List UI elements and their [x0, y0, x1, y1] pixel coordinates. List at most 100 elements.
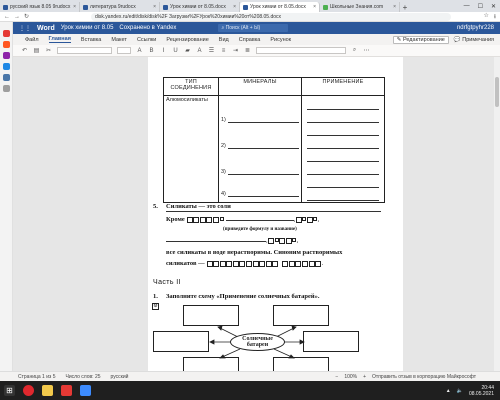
browser-tab-active[interactable]: Урок химии от 8.05.docx × — [240, 2, 320, 12]
browser-tab[interactable]: Школьные Знания.com × — [320, 2, 400, 12]
network-icon[interactable]: ▲ — [446, 388, 451, 394]
vertical-scrollbar[interactable] — [494, 57, 500, 371]
minimize-icon[interactable]: — — [464, 3, 470, 9]
music-icon[interactable] — [2, 41, 10, 48]
question-5-line-1: Силикаты — это соли — [166, 203, 381, 212]
table-cell-usage[interactable] — [301, 95, 385, 203]
forward-icon[interactable]: → — [14, 14, 20, 20]
clipboard-icon[interactable]: ▤ — [33, 47, 40, 54]
back-icon[interactable]: ← — [4, 14, 10, 20]
mail-icon[interactable] — [2, 63, 10, 70]
font-color-icon[interactable]: A — [196, 48, 203, 54]
close-icon[interactable]: × — [153, 4, 156, 10]
close-icon[interactable]: × — [73, 4, 76, 10]
status-bar: Страница 1 из 5 Число слов: 25 русский −… — [0, 371, 500, 381]
windows-taskbar: ⊞ ▲ 🔈 20:44 08.05.2021 — [0, 381, 500, 400]
page-count: Страница 1 из 5 — [18, 373, 56, 380]
tab-insert[interactable]: Вставка — [81, 37, 101, 43]
word-doc-icon — [243, 4, 248, 10]
window-controls: — ☐ ✕ — [464, 0, 500, 12]
numbering-icon[interactable]: ≡ — [220, 48, 227, 54]
settings-icon[interactable] — [2, 85, 10, 92]
highlight-icon[interactable]: ▰ — [184, 47, 191, 54]
zoom-minus-icon[interactable]: − — [335, 374, 338, 380]
start-icon[interactable]: ⊞ — [4, 385, 15, 396]
table-cell-minerals[interactable]: 1) 2) 3) 4) — [218, 95, 302, 203]
download-icon[interactable]: ⭳ — [494, 12, 496, 22]
grow-font-icon[interactable]: A — [136, 48, 143, 54]
indent-icon[interactable]: ⇥ — [232, 47, 239, 54]
word-brand: Word — [37, 24, 55, 32]
comment-icon: 💬 — [453, 36, 463, 43]
font-size-field[interactable] — [117, 47, 131, 54]
yandex-icon[interactable] — [2, 30, 10, 37]
comments-button[interactable]: 💬 Примечания — [454, 37, 494, 43]
maximize-icon[interactable]: ☐ — [478, 3, 483, 10]
opera-icon[interactable] — [23, 385, 34, 396]
address-bar-row: ← → ↻ disk.yandex.ru/edit/disk/disk%2F З… — [0, 12, 500, 22]
tab-review[interactable]: Рецензирование — [166, 37, 208, 43]
volume-icon[interactable]: 🔈 — [457, 388, 463, 394]
undo-icon[interactable]: ↶ — [21, 47, 28, 54]
tab-view[interactable]: Вид — [219, 37, 229, 43]
messenger-icon[interactable] — [2, 52, 10, 59]
minerals-table: ТИП СОЕДИНЕНИЯ МИНЕРАЛЫ ПРИМЕНЕНИЕ Алюмо… — [163, 77, 385, 203]
app-icon[interactable] — [80, 385, 91, 396]
folder-icon[interactable] — [42, 385, 53, 396]
scrollbar-thumb[interactable] — [495, 77, 499, 107]
table-header: ТИП СОЕДИНЕНИЯ — [163, 77, 219, 96]
bold-icon[interactable]: B — [148, 48, 155, 54]
search-input[interactable]: ⌕ Поиск (Alt + Ы) — [218, 24, 289, 32]
user-name[interactable]: ndrfgtpyhr228 — [457, 25, 500, 31]
format-painter-icon[interactable]: ✂ — [45, 47, 52, 54]
edit-mode-button[interactable]: ✎ Редактирование — [392, 35, 449, 44]
browser-tab[interactable]: литература 9rudocx × — [80, 2, 160, 12]
more-icon[interactable]: ⋯ — [363, 47, 370, 54]
zoom-level[interactable]: 100% — [344, 374, 357, 380]
tab-home[interactable]: Главная — [48, 36, 71, 43]
tab-file[interactable]: Файл — [25, 37, 39, 43]
url-field[interactable]: disk.yandex.ru/edit/disk/disk%2F Загрузк… — [91, 12, 452, 21]
tab-help[interactable]: Справка — [239, 37, 261, 43]
word-doc-icon — [83, 4, 88, 10]
app-grid-icon[interactable]: ⋮⋮ — [19, 25, 31, 32]
system-tray: ▲ 🔈 20:44 08.05.2021 — [446, 385, 500, 397]
zoom-plus-icon[interactable]: + — [363, 374, 366, 380]
styles-gallery[interactable] — [256, 47, 346, 54]
browser-icon[interactable] — [61, 385, 72, 396]
tab-layout[interactable]: Макет — [111, 37, 127, 43]
question-5-line-4: силикатов — . — [166, 260, 324, 267]
feedback-link[interactable]: Отправить отзыв в корпорацию Майкрософт — [372, 374, 476, 380]
tab-label: Школьные Знания.com — [330, 4, 384, 10]
word-count: Число слов: 25 — [65, 373, 101, 380]
font-name-field[interactable] — [57, 47, 112, 54]
close-icon[interactable]: × — [313, 4, 316, 10]
word-doc-icon — [163, 4, 168, 10]
close-window-icon[interactable]: ✕ — [491, 3, 496, 10]
tab-references[interactable]: Ссылки — [137, 37, 156, 43]
clock[interactable]: 20:44 08.05.2021 — [469, 385, 494, 397]
close-icon[interactable]: × — [233, 4, 236, 10]
word-doc-icon — [3, 4, 8, 10]
bullets-icon[interactable]: ☰ — [208, 47, 215, 54]
italic-icon[interactable]: I — [160, 48, 167, 54]
reload-icon[interactable]: ↻ — [24, 13, 29, 20]
list-item: 2) — [221, 123, 299, 149]
browser-tab[interactable]: русский язык 8.05 9rudocx × — [0, 2, 80, 12]
vk-icon[interactable] — [2, 74, 10, 81]
part-heading: Часть II — [153, 279, 181, 286]
bookmark-icon[interactable]: ☆ — [484, 12, 489, 22]
browser-tab[interactable]: Урок химии от 8.05.docx × — [160, 2, 240, 12]
close-icon[interactable]: × — [393, 4, 396, 10]
tab-picture[interactable]: Рисунок — [270, 37, 291, 43]
table-header: ПРИМЕНЕНИЕ — [301, 77, 385, 96]
list-item: 3) — [221, 149, 299, 175]
doc-title[interactable]: Урок химии от 8.05 — [61, 25, 114, 31]
new-tab-button[interactable]: + — [400, 3, 410, 12]
underline-icon[interactable]: U — [172, 48, 179, 54]
table-header: МИНЕРАЛЫ — [218, 77, 302, 96]
align-icon[interactable]: ≣ — [244, 47, 251, 54]
document-page[interactable]: ТИП СОЕДИНЕНИЯ МИНЕРАЛЫ ПРИМЕНЕНИЕ Алюмо… — [148, 57, 403, 371]
language[interactable]: русский — [111, 374, 129, 380]
find-icon[interactable]: ⌕ — [351, 47, 358, 54]
